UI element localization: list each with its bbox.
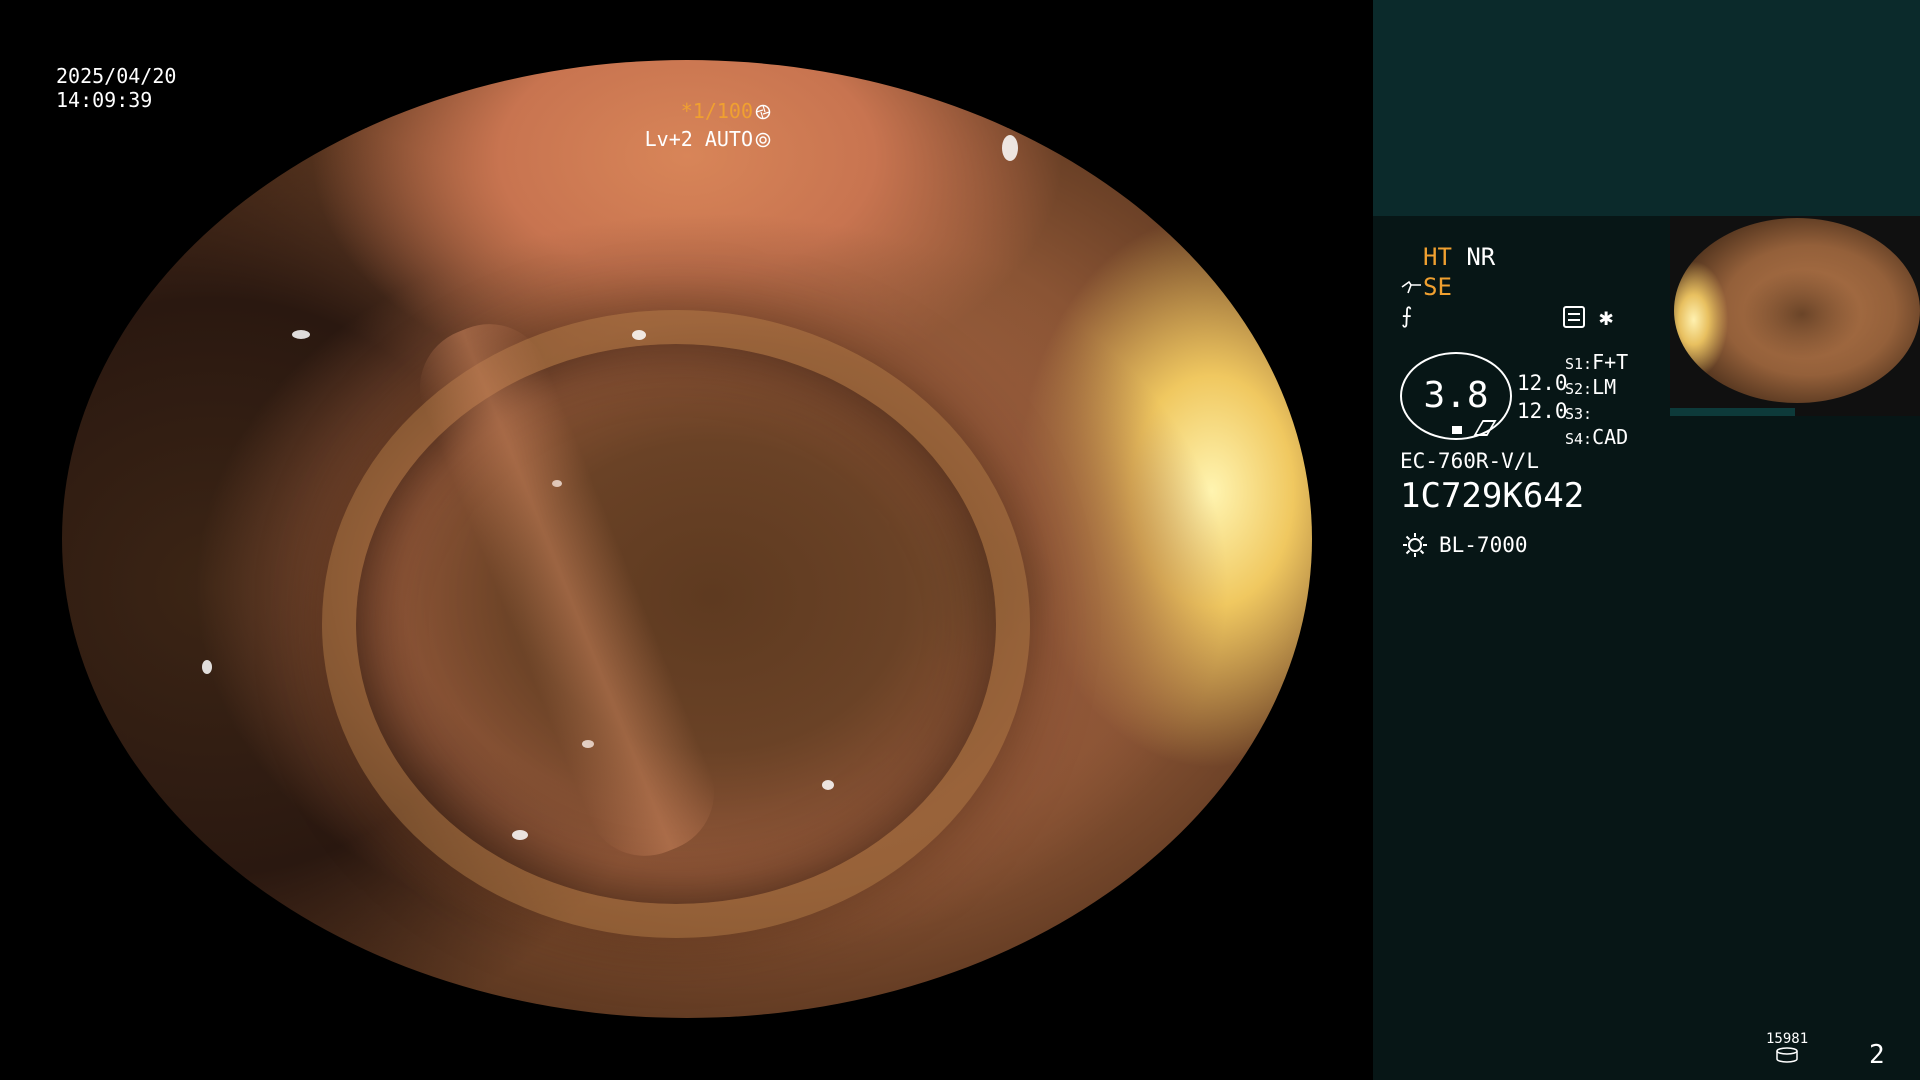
- gauge-marker: [1452, 426, 1462, 434]
- switch-key: S4:: [1565, 430, 1593, 448]
- image-mask-top: [0, 0, 1373, 60]
- lamp-model: BL-7000: [1439, 533, 1528, 557]
- image-counter: 15981: [1766, 1031, 1809, 1047]
- datetime: 2025/04/20 14:09:39: [56, 64, 176, 112]
- date-text: 2025/04/20: [56, 64, 177, 88]
- aperture-icon: [755, 104, 771, 120]
- value-2: 12.0: [1517, 399, 1568, 423]
- switch-row-s1: S1:F+T: [1565, 350, 1628, 376]
- scope-serial: 1C729K642: [1400, 476, 1585, 516]
- switch-value: LM: [1592, 375, 1617, 399]
- info-panel-header: [1373, 0, 1920, 216]
- gauge-value: 3.8: [1423, 375, 1489, 416]
- switch-key: S3:: [1565, 405, 1593, 423]
- disk-icon: [1776, 1047, 1798, 1063]
- light-level-indicator: Lv+2 AUTO: [645, 127, 771, 151]
- switch-row-s4: S4:CAD: [1565, 425, 1628, 451]
- thumbnail-image: [1674, 218, 1920, 403]
- image-mode-row: HT NR: [1423, 244, 1495, 270]
- info-panel: HT NR SE ⨍ ✱ 3.8 12.0 12.0 S1:F+T S2:LM …: [1373, 0, 1920, 1080]
- switch-key: S2:: [1565, 380, 1593, 398]
- switch-row-s3: S3:: [1565, 400, 1592, 426]
- auto-iris-icon: [755, 132, 771, 148]
- endoscopic-image: [62, 60, 1312, 1018]
- page-number: 2: [1869, 1040, 1885, 1070]
- enhancement-row: SE: [1401, 274, 1452, 300]
- switch-key: S1:: [1565, 355, 1593, 373]
- lamp-icon: [1403, 533, 1427, 557]
- ht-label: HT: [1423, 243, 1452, 271]
- level-text: Lv+2 AUTO: [644, 127, 753, 151]
- value-1: 12.0: [1517, 371, 1568, 395]
- gauge-needle: [1473, 420, 1497, 436]
- thumbnail-bar: [1670, 408, 1795, 416]
- endoscopic-view: 2025/04/20 14:09:39 *1/100 Lv+2 AUTO: [0, 0, 1373, 1080]
- brightness-gauge: 3.8: [1400, 352, 1512, 440]
- se-label: SE: [1423, 273, 1452, 301]
- switch-row-s2: S2:LM: [1565, 375, 1616, 401]
- time-text: 14:09:39: [56, 88, 153, 112]
- switch-value: F+T: [1592, 350, 1629, 374]
- scope-icon: [1401, 280, 1421, 294]
- zoom-indicator: *1/100: [681, 99, 771, 123]
- scope-model: EC-760R-V/L: [1400, 449, 1540, 473]
- image-mask-bottom: [0, 1018, 1373, 1080]
- curve-icon: ⨍: [1401, 304, 1413, 329]
- settings-icon: [1563, 306, 1585, 328]
- nr-label: NR: [1466, 243, 1496, 271]
- switch-value: CAD: [1592, 425, 1629, 449]
- asterisk-icon: ✱: [1599, 303, 1614, 331]
- thumbnail-preview[interactable]: [1670, 216, 1920, 416]
- zoom-text: *1/100: [680, 99, 753, 123]
